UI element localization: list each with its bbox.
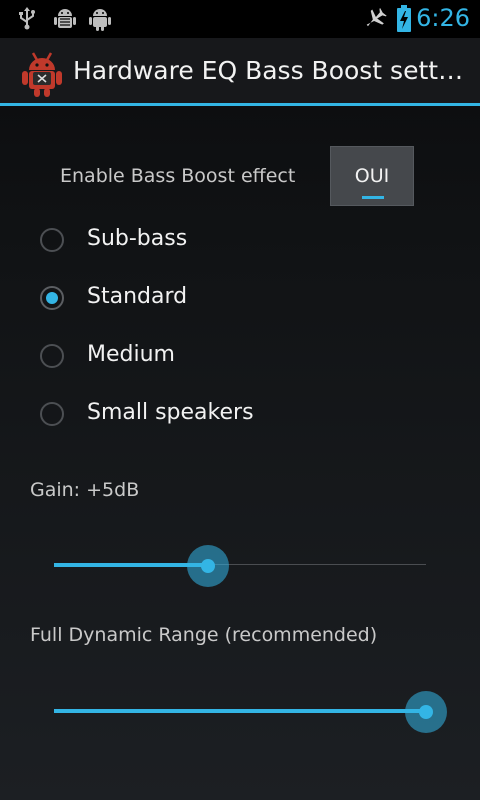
app-title: Hardware EQ Bass Boost settings [73, 56, 465, 85]
radio-label: Standard [87, 284, 188, 309]
radio-button[interactable] [40, 228, 64, 252]
radio-label: Medium [87, 342, 175, 367]
radio-option-sub-bass[interactable]: Sub-bass [0, 214, 480, 270]
bass-boost-toggle-button[interactable]: OUI [330, 146, 414, 206]
android-icon [88, 6, 112, 36]
radio-option-medium[interactable]: Medium [0, 330, 480, 386]
bass-boost-switch-label: Enable Bass Boost effect [60, 165, 296, 187]
radio-button[interactable] [40, 344, 64, 368]
red-android-app-icon[interactable] [20, 50, 64, 102]
radio-button-checked[interactable] [40, 286, 64, 310]
radio-label: Small speakers [87, 400, 254, 425]
usb-icon [16, 6, 38, 34]
android-debug-icon [52, 6, 78, 36]
radio-option-small-speakers[interactable]: Small speakers [0, 388, 480, 444]
airplane-mode-icon [363, 8, 387, 34]
screen: 6:26 Hardware EQ Bass Boost settings Ena… [0, 0, 480, 800]
gain-slider[interactable] [54, 545, 426, 587]
dynamic-range-slider[interactable] [54, 691, 447, 733]
battery-charging-icon [396, 5, 412, 37]
radio-label: Sub-bass [87, 226, 188, 251]
slider-thumb[interactable] [187, 545, 229, 587]
toggle-on-indicator [362, 196, 384, 199]
slider-thumb[interactable] [405, 691, 447, 733]
action-bar: Hardware EQ Bass Boost settings [0, 38, 480, 106]
slider-fill [54, 563, 208, 567]
radio-button[interactable] [40, 402, 64, 426]
slider-fill [54, 709, 426, 713]
radio-option-standard[interactable]: Standard [0, 272, 480, 328]
clock: 6:26 [416, 4, 470, 32]
toggle-state-text: OUI [354, 165, 390, 187]
status-bar: 6:26 [0, 0, 480, 38]
gain-label: Gain: +5dB [30, 479, 140, 501]
dynamic-range-label: Full Dynamic Range (recommended) [30, 624, 378, 646]
